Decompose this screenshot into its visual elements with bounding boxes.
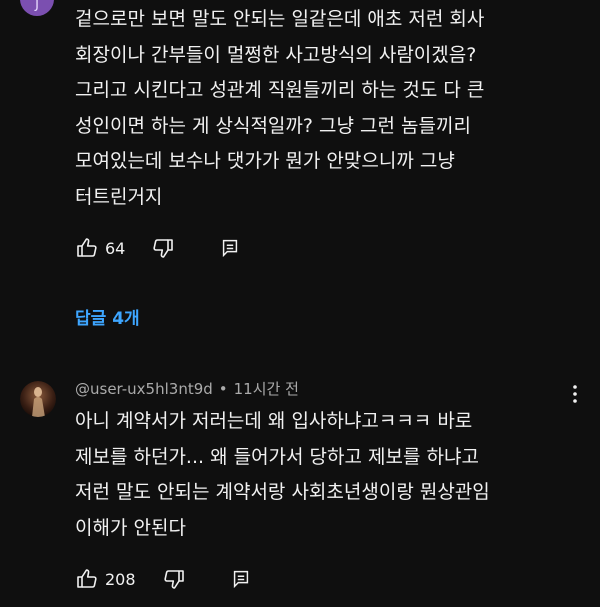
commenter-avatar[interactable]: J (20, 0, 54, 16)
comment-meta: @user-ux5hl3nt9d • 11시간 전 (75, 378, 299, 399)
comment-text: 겉으로만 보면 말도 안되는 일같은데 애초 저런 회사 회장이나 간부들이 멀… (75, 8, 485, 208)
comment-author[interactable]: @user-ux5hl3nt9d (75, 380, 213, 398)
commenter-avatar[interactable] (20, 381, 56, 417)
comment-actions: 64 (75, 234, 241, 262)
comments-page: J 겉으로만 보면 말도 안되는 일같은데 애초 저런 회사 회장이나 간부들이… (0, 0, 600, 607)
reply-icon (230, 568, 252, 590)
comment-actions: 208 (75, 565, 252, 593)
comment-text: 아니 계약서가 저러는데 왜 입사하냐고ㅋㅋㅋ 바로 제보를 하던가... 왜 … (75, 410, 490, 539)
comment-time[interactable]: 11시간 전 (234, 378, 299, 399)
dislike-icon (151, 236, 175, 260)
like-count: 208 (105, 569, 136, 589)
reply-icon (219, 237, 241, 259)
dislike-button[interactable] (151, 236, 175, 260)
view-replies-button[interactable]: 답글 4개 (75, 304, 140, 329)
like-count: 64 (105, 238, 126, 258)
like-icon (75, 567, 99, 591)
meta-separator: • (218, 379, 228, 398)
like-icon (75, 236, 99, 260)
like-button[interactable]: 64 (75, 236, 125, 260)
like-button[interactable]: 208 (75, 567, 136, 591)
reply-button[interactable] (219, 237, 241, 259)
replies-label: 답글 4개 (75, 309, 140, 329)
avatar-letter: J (35, 0, 39, 12)
dislike-button[interactable] (162, 567, 186, 591)
reply-button[interactable] (230, 568, 252, 590)
dislike-icon (162, 567, 186, 591)
